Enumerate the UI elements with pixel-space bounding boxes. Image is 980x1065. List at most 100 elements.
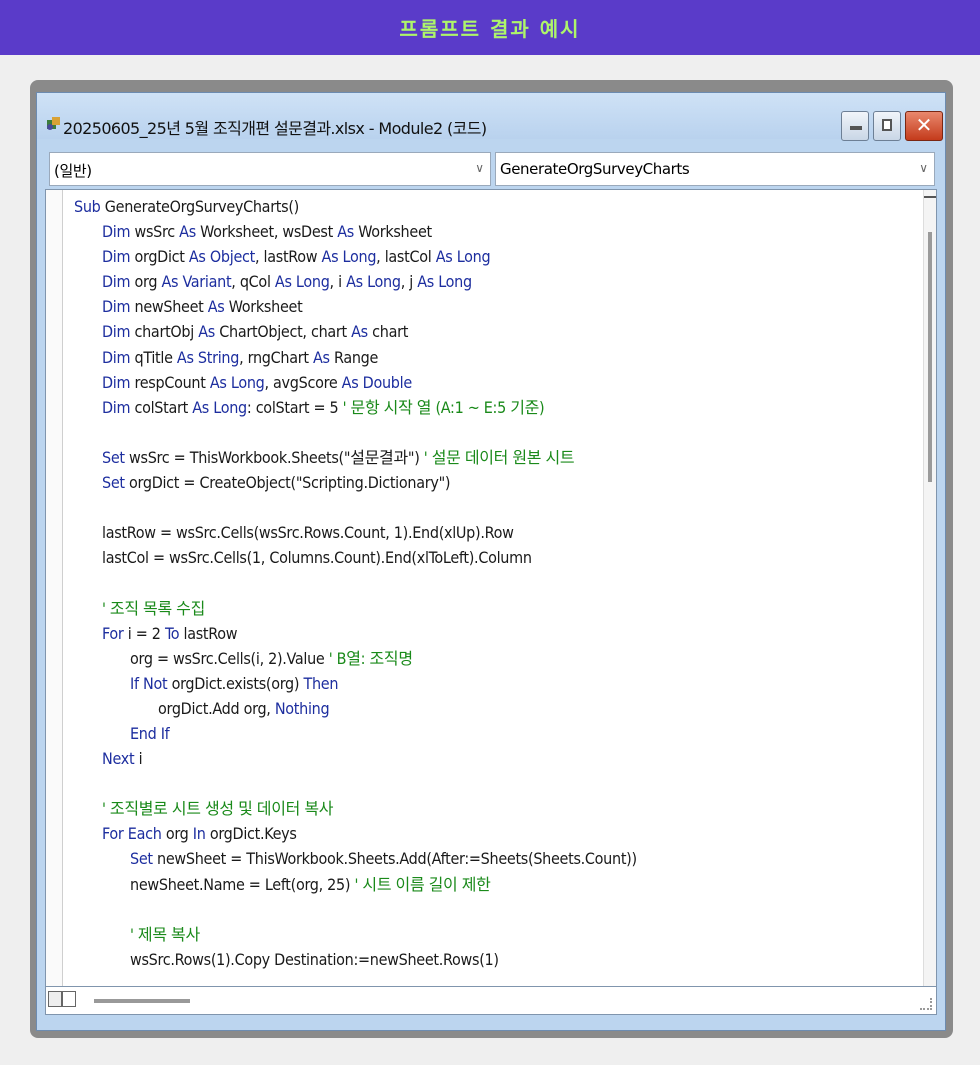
code-line[interactable]: Dim colStart As Long: colStart = 5 ' 문항 …	[74, 395, 914, 420]
close-icon: ✕	[915, 113, 933, 137]
code-keyword: As Long	[417, 272, 472, 292]
full-module-view-button[interactable]	[62, 991, 76, 1007]
code-token: wsSrc.Rows(1).Copy Destination:=newSheet…	[130, 949, 499, 969]
chevron-down-icon[interactable]: ∨	[475, 161, 484, 175]
code-keyword: Sub	[74, 197, 101, 216]
vertical-scrollbar[interactable]	[923, 190, 936, 986]
code-line[interactable]: Dim chartObj As ChartObject, chart As ch…	[74, 319, 914, 344]
maximize-icon	[882, 119, 892, 131]
code-keyword: As	[179, 222, 196, 242]
code-line[interactable]: org = wsSrc.Cells(i, 2).Value ' B열: 조직명	[74, 646, 914, 671]
code-line[interactable]	[74, 771, 914, 796]
minimize-button[interactable]	[841, 111, 869, 141]
code-line[interactable]	[74, 897, 914, 922]
code-keyword: For	[102, 623, 124, 643]
code-keyword: As	[351, 322, 368, 342]
code-keyword: Dim	[102, 347, 131, 367]
header-banner: 프롬프트 결과 예시	[0, 0, 980, 55]
code-token: , avgScore	[264, 372, 342, 392]
code-token: org = wsSrc.Cells(i, 2).Value	[130, 648, 329, 668]
code-comment: ' B열: 조직명	[328, 648, 413, 668]
code-keyword: As Long	[209, 372, 265, 392]
code-line[interactable]: For Each org In orgDict.Keys	[74, 821, 914, 846]
procedure-combobox-value: GenerateOrgSurveyCharts	[500, 160, 690, 178]
object-combobox-value: (일반)	[54, 162, 92, 180]
code-line[interactable]	[74, 570, 914, 595]
code-line[interactable]	[74, 420, 914, 445]
screenshot-frame: 20250605_25년 5월 조직개편 설문결과.xlsx - Module2…	[30, 80, 953, 1038]
code-line[interactable]: Set wsSrc = ThisWorkbook.Sheets("설문결과") …	[74, 445, 914, 470]
code-line[interactable]: Dim respCount As Long, avgScore As Doubl…	[74, 370, 914, 395]
code-keyword: Then	[303, 673, 339, 693]
code-text[interactable]: Sub GenerateOrgSurveyCharts() Dim wsSrc A…	[74, 194, 914, 972]
code-line[interactable]: Dim org As Variant, qCol As Long, i As L…	[74, 269, 914, 294]
vertical-scroll-thumb[interactable]	[928, 232, 932, 482]
code-comment: ' 조직별로 시트 생성 및 데이터 복사	[102, 799, 334, 819]
code-token: lastRow = wsSrc.Cells(wsSrc.Rows.Count, …	[102, 523, 514, 543]
code-line[interactable]: Dim qTitle As String, rngChart As Range	[74, 345, 914, 370]
code-token: lastRow	[179, 623, 238, 643]
code-keyword: As	[337, 222, 354, 242]
code-token: colStart	[130, 397, 193, 417]
code-keyword: As Object	[188, 247, 255, 267]
code-token: org	[161, 824, 193, 844]
code-comment: ' 조직 목록 수집	[102, 598, 205, 618]
code-line[interactable]: Set orgDict = CreateObject("Scripting.Di…	[74, 470, 914, 495]
code-line[interactable]: End If	[74, 721, 914, 746]
chevron-down-icon[interactable]: ∨	[919, 161, 928, 175]
code-token: Worksheet, wsDest	[195, 222, 338, 242]
code-token: orgDict.Add org,	[158, 698, 275, 718]
code-token: orgDict = CreateObject("Scripting.Dictio…	[124, 473, 451, 493]
object-combobox[interactable]: (일반) ∨	[49, 152, 491, 186]
code-line[interactable]: For i = 2 To lastRow	[74, 621, 914, 646]
code-line[interactable]: ' 제목 복사	[74, 922, 914, 947]
code-keyword: As Long	[274, 272, 330, 292]
code-line[interactable]: Sub GenerateOrgSurveyCharts()	[74, 194, 914, 219]
code-token: newSheet	[130, 297, 208, 317]
code-keyword: Set	[130, 849, 153, 869]
procedure-combobox[interactable]: GenerateOrgSurveyCharts ∨	[495, 152, 935, 186]
code-keyword: If Not	[130, 673, 168, 693]
code-line[interactable]: Dim wsSrc As Worksheet, wsDest As Worksh…	[74, 219, 914, 244]
code-line[interactable]: ' 조직 목록 수집	[74, 596, 914, 621]
code-token: Range	[329, 347, 379, 367]
code-line[interactable]: lastRow = wsSrc.Cells(wsSrc.Rows.Count, …	[74, 520, 914, 545]
scroll-top-marker	[924, 196, 936, 198]
procedure-view-button[interactable]	[48, 991, 62, 1007]
close-button[interactable]: ✕	[905, 111, 943, 141]
code-token: chartObj	[130, 322, 199, 342]
code-token: , lastRow	[255, 247, 322, 267]
code-token: i = 2	[123, 623, 165, 643]
code-keyword: As	[198, 322, 215, 342]
resize-grip[interactable]	[920, 998, 932, 1010]
code-keyword: As Long	[435, 247, 491, 267]
minimize-icon	[850, 126, 862, 130]
title-bar[interactable]: 20250605_25년 5월 조직개편 설문결과.xlsx - Module2…	[37, 93, 945, 141]
code-token: org	[130, 272, 162, 292]
code-line[interactable]: Next i	[74, 746, 914, 771]
code-keyword: As	[207, 297, 225, 317]
code-keyword: As Double	[341, 372, 413, 392]
code-keyword: Dim	[102, 297, 131, 317]
code-line[interactable]: Dim newSheet As Worksheet	[74, 294, 914, 319]
code-keyword: As	[312, 347, 330, 367]
code-line[interactable]	[74, 495, 914, 520]
code-line[interactable]: wsSrc.Rows(1).Copy Destination:=newSheet…	[74, 947, 914, 972]
code-editor[interactable]: Sub GenerateOrgSurveyCharts() Dim wsSrc A…	[45, 189, 937, 987]
code-line[interactable]: ' 조직별로 시트 생성 및 데이터 복사	[74, 796, 914, 821]
code-keyword: Dim	[102, 272, 131, 292]
code-token: orgDict.exists(org)	[167, 673, 304, 693]
code-keyword: As Variant	[161, 272, 232, 292]
margin-indicator-bar[interactable]	[46, 190, 63, 986]
code-line[interactable]: Dim orgDict As Object, lastRow As Long, …	[74, 244, 914, 269]
code-token: , i	[329, 272, 347, 292]
code-keyword: Set	[102, 473, 125, 493]
code-line[interactable]: orgDict.Add org, Nothing	[74, 696, 914, 721]
code-line[interactable]: lastCol = wsSrc.Cells(1, Columns.Count).…	[74, 545, 914, 570]
code-token: , j	[400, 272, 418, 292]
code-line[interactable]: newSheet.Name = Left(org, 25) ' 시트 이름 길이…	[74, 872, 914, 897]
code-line[interactable]: Set newSheet = ThisWorkbook.Sheets.Add(A…	[74, 846, 914, 871]
maximize-button[interactable]	[873, 111, 901, 141]
horizontal-scroll-thumb[interactable]	[94, 999, 190, 1003]
code-line[interactable]: If Not orgDict.exists(org) Then	[74, 671, 914, 696]
